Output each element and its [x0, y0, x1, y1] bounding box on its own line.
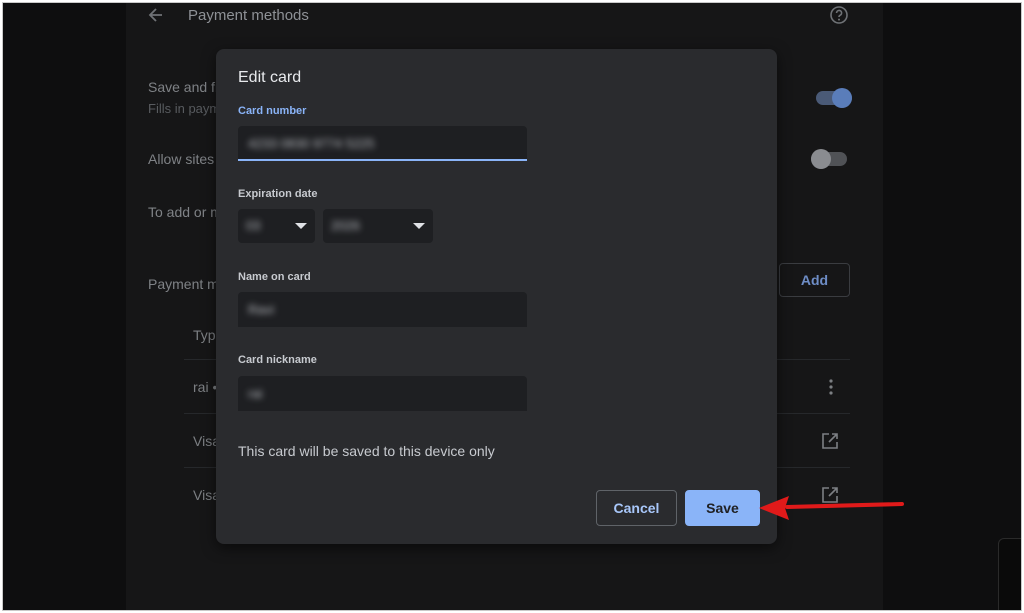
help-icon[interactable] — [829, 5, 849, 25]
dialog-title: Edit card — [238, 69, 302, 86]
dropdown-caret-icon — [295, 223, 307, 229]
edit-card-dialog: Edit card Card number 4233 0830 9774 522… — [216, 49, 777, 544]
add-note-text: To add or m — [148, 204, 222, 220]
card-number-input[interactable]: 4233 0830 9774 5225 — [238, 126, 527, 161]
section-label: Payment m — [148, 276, 219, 292]
toggle-knob — [811, 149, 831, 169]
autofill-setting-sub: Fills in paym — [148, 101, 221, 116]
autofill-setting-label: Save and fi — [148, 79, 219, 95]
allow-sites-label: Allow sites — [148, 151, 215, 167]
card-nickname-label: Card nickname — [238, 354, 317, 366]
window-corner — [998, 538, 1021, 610]
name-on-card-label: Name on card — [238, 271, 311, 283]
name-on-card-input[interactable]: Ravi — [238, 292, 527, 327]
more-vert-icon[interactable] — [824, 377, 838, 397]
device-only-note: This card will be saved to this device o… — [238, 443, 495, 459]
expiration-year-select[interactable]: 2026 — [323, 209, 433, 243]
name-value: Ravi — [248, 302, 275, 317]
list-item: rai • — [193, 379, 218, 395]
card-number-value: 4233 0830 9774 5225 — [248, 136, 375, 151]
dropdown-caret-icon — [413, 223, 425, 229]
nickname-value: rai — [248, 386, 263, 401]
cancel-button[interactable]: Cancel — [596, 490, 677, 526]
month-value: 03 — [246, 218, 261, 233]
save-button[interactable]: Save — [685, 490, 760, 526]
expiration-label: Expiration date — [238, 188, 318, 200]
card-nickname-input[interactable]: rai — [238, 376, 527, 411]
allow-sites-toggle[interactable] — [811, 149, 847, 169]
open-external-icon[interactable] — [820, 431, 840, 451]
annotation-arrow-icon — [759, 496, 904, 520]
back-arrow-icon[interactable] — [146, 5, 166, 25]
page-title: Payment methods — [188, 7, 309, 24]
add-payment-button[interactable]: Add — [779, 263, 850, 297]
autofill-toggle[interactable] — [816, 88, 852, 108]
expiration-month-select[interactable]: 03 — [238, 209, 315, 243]
toggle-knob — [832, 88, 852, 108]
card-number-label: Card number — [238, 105, 307, 117]
year-value: 2026 — [331, 218, 360, 233]
